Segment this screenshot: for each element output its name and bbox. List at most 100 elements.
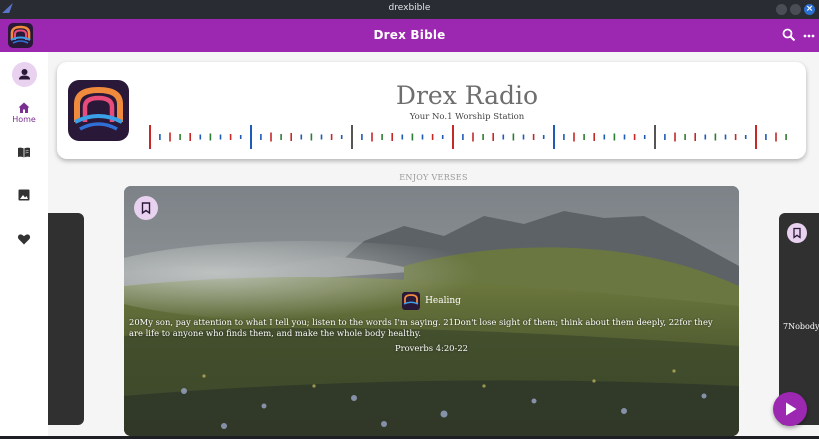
wave-bar bbox=[159, 134, 161, 140]
wave-bar bbox=[290, 133, 292, 141]
wave-bar bbox=[674, 132, 676, 142]
wave-bar bbox=[209, 133, 212, 141]
wave-bar bbox=[169, 132, 171, 142]
wave-bar bbox=[330, 134, 333, 140]
search-icon[interactable] bbox=[782, 28, 796, 42]
wave-bar bbox=[744, 135, 747, 139]
wave-bar bbox=[250, 125, 252, 149]
wave-bar bbox=[532, 134, 535, 140]
wave-bar bbox=[542, 135, 545, 139]
wave-bar bbox=[664, 134, 666, 140]
wave-bar bbox=[593, 133, 595, 141]
wave-bar bbox=[179, 134, 181, 140]
wave-bar bbox=[502, 134, 505, 140]
nav-home[interactable]: Home bbox=[0, 101, 48, 131]
wave-bar bbox=[270, 132, 272, 142]
nav-bible[interactable] bbox=[0, 145, 48, 175]
wave-bar bbox=[371, 132, 373, 142]
book-icon bbox=[18, 147, 30, 158]
close-window-button[interactable]: × bbox=[804, 4, 815, 15]
wave-bar bbox=[583, 134, 585, 140]
wave-bar bbox=[391, 133, 393, 141]
wave-bar bbox=[613, 133, 616, 141]
app-bar: Drex Bible bbox=[0, 19, 819, 52]
wave-bar bbox=[734, 134, 737, 140]
wave-bar bbox=[765, 134, 767, 140]
wave-bar bbox=[401, 134, 404, 140]
app-title: Drex Bible bbox=[373, 28, 446, 42]
wave-bar bbox=[411, 133, 414, 141]
wave-bar bbox=[654, 125, 656, 149]
wave-bar bbox=[199, 134, 202, 140]
audio-wave-visualizer bbox=[149, 125, 787, 149]
radio-subtitle: Your No.1 Worship Station bbox=[409, 112, 525, 122]
wave-bar bbox=[340, 135, 343, 139]
wave-bar bbox=[694, 133, 696, 141]
wave-bar bbox=[381, 134, 383, 140]
wave-bar bbox=[775, 132, 777, 142]
wave-bar bbox=[755, 125, 757, 149]
wave-bar bbox=[351, 125, 353, 149]
nav-images[interactable] bbox=[0, 188, 48, 218]
window-titlebar: drexbible × bbox=[0, 0, 819, 19]
wave-bar bbox=[361, 134, 363, 140]
wave-bar bbox=[785, 134, 787, 140]
wave-bar bbox=[553, 125, 555, 149]
wave-bar bbox=[623, 134, 626, 140]
wave-bar bbox=[260, 134, 262, 140]
radio-title: Drex Radio bbox=[395, 81, 539, 110]
minimize-button[interactable] bbox=[776, 4, 787, 15]
bookmark-icon bbox=[793, 227, 801, 239]
more-vert-icon[interactable] bbox=[803, 34, 815, 38]
wave-bar bbox=[714, 133, 717, 141]
previous-verse-card[interactable] bbox=[48, 213, 84, 425]
tag-logo-icon bbox=[402, 291, 421, 310]
wave-bar bbox=[431, 134, 434, 140]
wave-bar bbox=[633, 134, 636, 140]
wave-bar bbox=[512, 133, 515, 141]
wave-bar bbox=[492, 133, 494, 141]
wave-bar bbox=[563, 134, 565, 140]
wave-bar bbox=[189, 133, 191, 141]
play-radio-button[interactable] bbox=[773, 392, 807, 426]
wave-bar bbox=[300, 134, 303, 140]
wave-bar bbox=[229, 134, 232, 140]
radio-card[interactable]: Drex Radio Your No.1 Worship Station bbox=[57, 62, 806, 159]
wave-bar bbox=[421, 134, 424, 140]
heart-icon bbox=[17, 234, 31, 245]
next-verse-snippet: 7Nobody bbox=[783, 322, 819, 331]
bookmark-button[interactable] bbox=[134, 196, 158, 220]
verse-tag: Healing bbox=[124, 290, 739, 310]
verse-text: 20My son, pay attention to what I tell y… bbox=[129, 317, 713, 338]
maximize-button[interactable] bbox=[790, 4, 801, 15]
navigation-rail: Home bbox=[0, 52, 48, 436]
home-icon bbox=[18, 102, 30, 113]
radio-logo-icon bbox=[68, 80, 129, 141]
bookmark-icon bbox=[141, 202, 151, 215]
avatar[interactable] bbox=[12, 62, 37, 87]
image-icon bbox=[18, 189, 30, 201]
verse-reference: Proverbs 4:20-22 bbox=[395, 343, 468, 353]
wave-bar bbox=[149, 125, 151, 149]
wave-bar bbox=[441, 135, 444, 139]
wave-bar bbox=[462, 134, 464, 140]
wave-bar bbox=[320, 134, 323, 140]
verse-card[interactable]: Healing 20My son, pay attention to what … bbox=[124, 186, 739, 436]
verse-tag-label: Healing bbox=[425, 295, 461, 306]
landscape-background-image bbox=[124, 186, 739, 436]
person-icon bbox=[19, 69, 30, 80]
play-icon bbox=[786, 402, 797, 416]
wave-bar bbox=[310, 133, 313, 141]
wave-bar bbox=[239, 135, 242, 139]
nav-favorites[interactable] bbox=[0, 232, 48, 262]
window-title: drexbible bbox=[388, 3, 431, 13]
wave-bar bbox=[482, 134, 484, 140]
section-label: ENJOY VERSES bbox=[399, 173, 468, 182]
nav-home-label: Home bbox=[12, 115, 36, 124]
wave-bar bbox=[643, 135, 646, 139]
home-content: Drex Radio Your No.1 Worship Station ENJ… bbox=[48, 52, 819, 436]
wave-bar bbox=[704, 134, 707, 140]
next-bookmark-button[interactable] bbox=[787, 223, 807, 243]
wave-bar bbox=[724, 134, 727, 140]
wave-bar bbox=[684, 134, 686, 140]
